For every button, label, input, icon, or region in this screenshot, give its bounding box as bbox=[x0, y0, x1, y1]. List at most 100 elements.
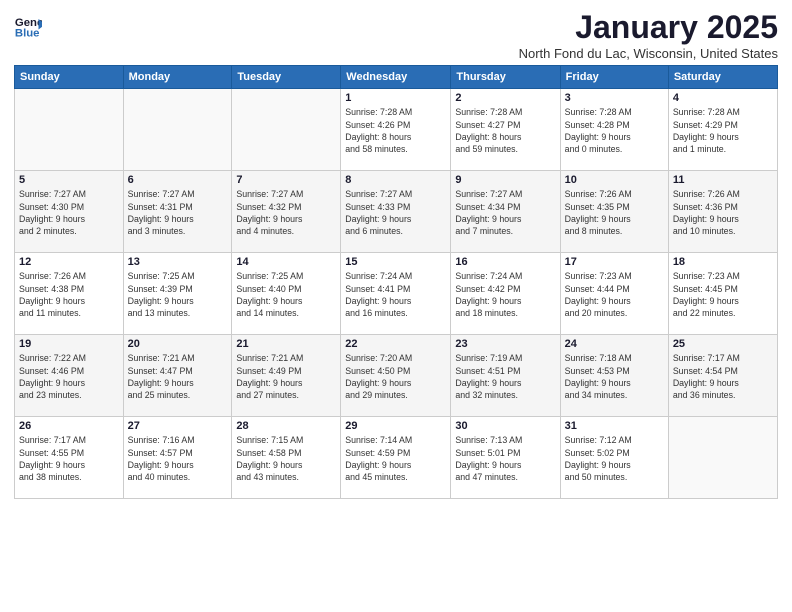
table-cell: 28 Sunrise: 7:15 AM Sunset: 4:58 PM Dayli… bbox=[232, 417, 341, 499]
day-info: Sunrise: 7:24 AM Sunset: 4:42 PM Dayligh… bbox=[455, 270, 555, 319]
day-number: 13 bbox=[128, 256, 228, 268]
calendar-row-1: 1 Sunrise: 7:28 AM Sunset: 4:26 PM Daylig… bbox=[15, 89, 778, 171]
table-cell: 15 Sunrise: 7:24 AM Sunset: 4:41 PM Dayli… bbox=[341, 253, 451, 335]
table-cell bbox=[668, 417, 777, 499]
title-block: January 2025 North Fond du Lac, Wisconsi… bbox=[519, 10, 778, 61]
header: General Blue January 2025 North Fond du … bbox=[14, 10, 778, 61]
table-cell: 26 Sunrise: 7:17 AM Sunset: 4:55 PM Dayli… bbox=[15, 417, 124, 499]
calendar-header-row: Sunday Monday Tuesday Wednesday Thursday… bbox=[15, 66, 778, 89]
table-cell: 6 Sunrise: 7:27 AM Sunset: 4:31 PM Daylig… bbox=[123, 171, 232, 253]
table-cell: 25 Sunrise: 7:17 AM Sunset: 4:54 PM Dayli… bbox=[668, 335, 777, 417]
day-info: Sunrise: 7:21 AM Sunset: 4:49 PM Dayligh… bbox=[236, 352, 336, 401]
table-cell: 23 Sunrise: 7:19 AM Sunset: 4:51 PM Dayli… bbox=[451, 335, 560, 417]
table-cell bbox=[123, 89, 232, 171]
table-cell: 4 Sunrise: 7:28 AM Sunset: 4:29 PM Daylig… bbox=[668, 89, 777, 171]
day-info: Sunrise: 7:17 AM Sunset: 4:54 PM Dayligh… bbox=[673, 352, 773, 401]
day-info: Sunrise: 7:19 AM Sunset: 4:51 PM Dayligh… bbox=[455, 352, 555, 401]
day-number: 17 bbox=[565, 256, 664, 268]
logo-icon: General Blue bbox=[14, 12, 42, 40]
table-cell: 7Sunrise: 7:27 AM Sunset: 4:32 PM Daylig… bbox=[232, 171, 341, 253]
day-info: Sunrise: 7:21 AM Sunset: 4:47 PM Dayligh… bbox=[128, 352, 228, 401]
day-info: Sunrise: 7:28 AM Sunset: 4:29 PM Dayligh… bbox=[673, 106, 773, 155]
day-number: 25 bbox=[673, 338, 773, 350]
day-info: Sunrise: 7:22 AM Sunset: 4:46 PM Dayligh… bbox=[19, 352, 119, 401]
table-cell: 2Sunrise: 7:28 AM Sunset: 4:27 PM Daylig… bbox=[451, 89, 560, 171]
day-info: Sunrise: 7:16 AM Sunset: 4:57 PM Dayligh… bbox=[128, 434, 228, 483]
table-cell: 18 Sunrise: 7:23 AM Sunset: 4:45 PM Dayli… bbox=[668, 253, 777, 335]
day-info: Sunrise: 7:27 AM Sunset: 4:30 PM Dayligh… bbox=[19, 188, 119, 237]
location: North Fond du Lac, Wisconsin, United Sta… bbox=[519, 46, 778, 61]
table-cell: 5 Sunrise: 7:27 AM Sunset: 4:30 PM Daylig… bbox=[15, 171, 124, 253]
day-number: 28 bbox=[236, 420, 336, 432]
col-thursday: Thursday bbox=[451, 66, 560, 89]
table-cell: 16 Sunrise: 7:24 AM Sunset: 4:42 PM Dayli… bbox=[451, 253, 560, 335]
day-info: Sunrise: 7:13 AM Sunset: 5:01 PM Dayligh… bbox=[455, 434, 555, 483]
table-cell: 8 Sunrise: 7:27 AM Sunset: 4:33 PM Daylig… bbox=[341, 171, 451, 253]
day-info: Sunrise: 7:15 AM Sunset: 4:58 PM Dayligh… bbox=[236, 434, 336, 483]
day-number: 15 bbox=[345, 256, 446, 268]
day-number: 16 bbox=[455, 256, 555, 268]
day-info: Sunrise: 7:27 AM Sunset: 4:32 PM Dayligh… bbox=[236, 188, 336, 237]
col-wednesday: Wednesday bbox=[341, 66, 451, 89]
day-info: Sunrise: 7:17 AM Sunset: 4:55 PM Dayligh… bbox=[19, 434, 119, 483]
day-number: 9 bbox=[455, 174, 555, 186]
day-info: Sunrise: 7:26 AM Sunset: 4:38 PM Dayligh… bbox=[19, 270, 119, 319]
day-info: Sunrise: 7:28 AM Sunset: 4:28 PM Dayligh… bbox=[565, 106, 664, 155]
col-saturday: Saturday bbox=[668, 66, 777, 89]
day-number: 10 bbox=[565, 174, 664, 186]
day-info: Sunrise: 7:27 AM Sunset: 4:31 PM Dayligh… bbox=[128, 188, 228, 237]
day-info: Sunrise: 7:26 AM Sunset: 4:35 PM Dayligh… bbox=[565, 188, 664, 237]
day-info: Sunrise: 7:25 AM Sunset: 4:40 PM Dayligh… bbox=[236, 270, 336, 319]
day-number: 24 bbox=[565, 338, 664, 350]
table-cell: 1 Sunrise: 7:28 AM Sunset: 4:26 PM Daylig… bbox=[341, 89, 451, 171]
table-cell: 14 Sunrise: 7:25 AM Sunset: 4:40 PM Dayli… bbox=[232, 253, 341, 335]
day-info: Sunrise: 7:23 AM Sunset: 4:45 PM Dayligh… bbox=[673, 270, 773, 319]
table-cell: 22 Sunrise: 7:20 AM Sunset: 4:50 PM Dayli… bbox=[341, 335, 451, 417]
day-number: 11 bbox=[673, 174, 773, 186]
day-info: Sunrise: 7:25 AM Sunset: 4:39 PM Dayligh… bbox=[128, 270, 228, 319]
day-number: 6 bbox=[128, 174, 228, 186]
calendar-table: Sunday Monday Tuesday Wednesday Thursday… bbox=[14, 65, 778, 499]
day-info: Sunrise: 7:12 AM Sunset: 5:02 PM Dayligh… bbox=[565, 434, 664, 483]
calendar-row-2: 5 Sunrise: 7:27 AM Sunset: 4:30 PM Daylig… bbox=[15, 171, 778, 253]
day-info: Sunrise: 7:23 AM Sunset: 4:44 PM Dayligh… bbox=[565, 270, 664, 319]
table-cell: 9Sunrise: 7:27 AM Sunset: 4:34 PM Daylig… bbox=[451, 171, 560, 253]
table-cell: 31 Sunrise: 7:12 AM Sunset: 5:02 PM Dayli… bbox=[560, 417, 668, 499]
col-monday: Monday bbox=[123, 66, 232, 89]
day-number: 1 bbox=[345, 92, 446, 104]
calendar-row-4: 19 Sunrise: 7:22 AM Sunset: 4:46 PM Dayli… bbox=[15, 335, 778, 417]
day-number: 3 bbox=[565, 92, 664, 104]
col-tuesday: Tuesday bbox=[232, 66, 341, 89]
day-number: 19 bbox=[19, 338, 119, 350]
day-number: 14 bbox=[236, 256, 336, 268]
day-number: 4 bbox=[673, 92, 773, 104]
day-number: 23 bbox=[455, 338, 555, 350]
table-cell: 29 Sunrise: 7:14 AM Sunset: 4:59 PM Dayli… bbox=[341, 417, 451, 499]
month-title: January 2025 bbox=[519, 10, 778, 45]
day-info: Sunrise: 7:27 AM Sunset: 4:33 PM Dayligh… bbox=[345, 188, 446, 237]
table-cell bbox=[232, 89, 341, 171]
day-number: 18 bbox=[673, 256, 773, 268]
table-cell: 11Sunrise: 7:26 AM Sunset: 4:36 PM Dayli… bbox=[668, 171, 777, 253]
day-info: Sunrise: 7:20 AM Sunset: 4:50 PM Dayligh… bbox=[345, 352, 446, 401]
day-number: 8 bbox=[345, 174, 446, 186]
table-cell: 12 Sunrise: 7:26 AM Sunset: 4:38 PM Dayli… bbox=[15, 253, 124, 335]
day-number: 5 bbox=[19, 174, 119, 186]
day-info: Sunrise: 7:14 AM Sunset: 4:59 PM Dayligh… bbox=[345, 434, 446, 483]
logo: General Blue bbox=[14, 12, 45, 40]
table-cell: 21Sunrise: 7:21 AM Sunset: 4:49 PM Dayli… bbox=[232, 335, 341, 417]
day-number: 26 bbox=[19, 420, 119, 432]
col-friday: Friday bbox=[560, 66, 668, 89]
day-number: 20 bbox=[128, 338, 228, 350]
table-cell: 20 Sunrise: 7:21 AM Sunset: 4:47 PM Dayli… bbox=[123, 335, 232, 417]
day-info: Sunrise: 7:28 AM Sunset: 4:26 PM Dayligh… bbox=[345, 106, 446, 155]
day-number: 22 bbox=[345, 338, 446, 350]
day-number: 31 bbox=[565, 420, 664, 432]
day-info: Sunrise: 7:18 AM Sunset: 4:53 PM Dayligh… bbox=[565, 352, 664, 401]
table-cell: 13 Sunrise: 7:25 AM Sunset: 4:39 PM Dayli… bbox=[123, 253, 232, 335]
day-info: Sunrise: 7:28 AM Sunset: 4:27 PM Dayligh… bbox=[455, 106, 555, 155]
day-info: Sunrise: 7:24 AM Sunset: 4:41 PM Dayligh… bbox=[345, 270, 446, 319]
day-number: 29 bbox=[345, 420, 446, 432]
table-cell bbox=[15, 89, 124, 171]
day-number: 12 bbox=[19, 256, 119, 268]
